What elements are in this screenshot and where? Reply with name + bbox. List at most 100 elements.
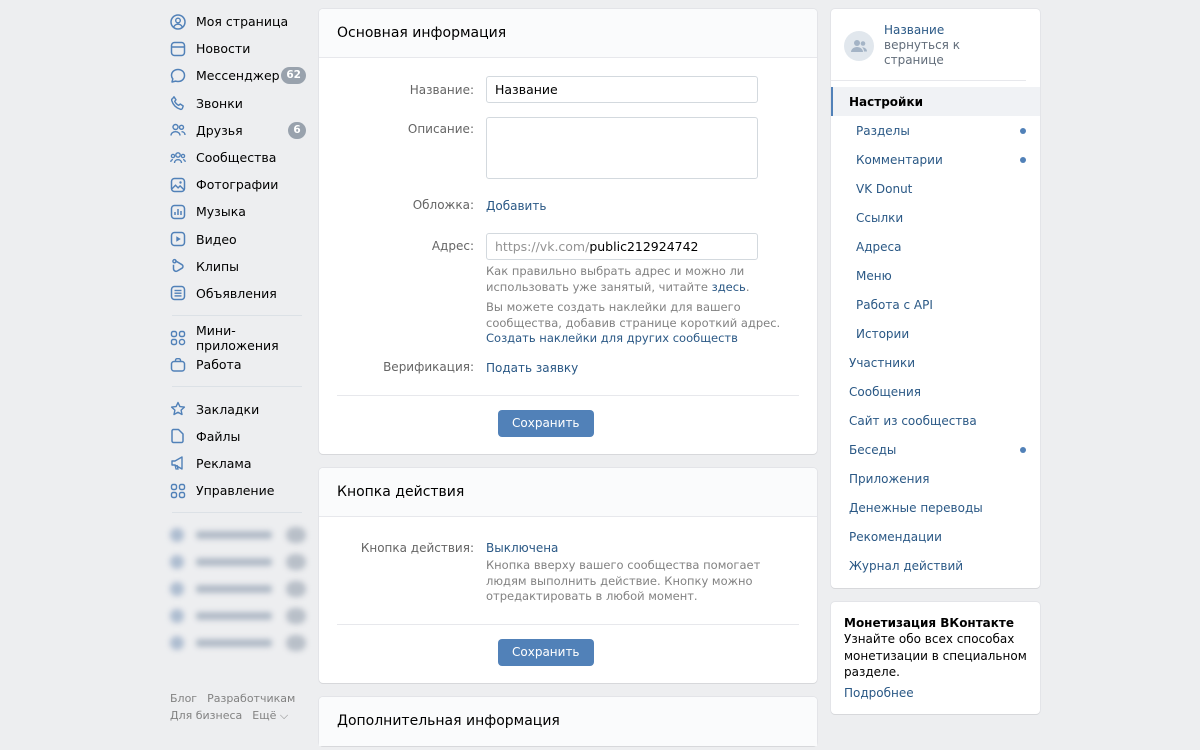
nav-item-photo[interactable]: Фотографии — [164, 171, 310, 198]
phone-icon — [170, 95, 186, 111]
verification-apply-link[interactable]: Подать заявку — [486, 361, 578, 375]
address-value: public212924742 — [589, 239, 699, 254]
settings-menu-item[interactable]: Приложения — [831, 464, 1040, 493]
nav-item-video[interactable]: Видео — [164, 226, 310, 253]
music-icon — [170, 204, 186, 220]
settings-menu-item[interactable]: Настройки — [831, 87, 1040, 116]
cover-label: Обложка: — [412, 198, 474, 212]
megaphone-icon — [170, 455, 186, 471]
settings-menu-item[interactable]: Беседы — [831, 435, 1040, 464]
friends-icon — [170, 122, 186, 138]
nav-item-ads-board[interactable]: Объявления — [164, 280, 310, 307]
nav-item-phone[interactable]: Звонки — [164, 90, 310, 117]
settings-menu-item[interactable]: Участники — [831, 348, 1040, 377]
nav-item-music[interactable]: Музыка — [164, 198, 310, 225]
nav-item-user-circle[interactable]: Моя страница — [164, 8, 310, 35]
stickers-link[interactable]: Создать наклейки для других сообществ — [486, 331, 799, 346]
blurred-community-item[interactable] — [164, 629, 310, 656]
video-icon — [170, 231, 186, 247]
settings-menu-item[interactable]: Денежные переводы — [831, 493, 1040, 522]
nav-divider — [172, 315, 302, 317]
footer-blog-link[interactable]: Блог — [170, 692, 197, 705]
nav-item-label: Реклама — [196, 455, 252, 471]
footer-more-link[interactable]: Ещё ⌵ — [252, 709, 288, 722]
left-sidebar: Моя страница Новости Мессенджер 62 Звонки Дру… — [164, 8, 310, 724]
save-button[interactable]: Сохранить — [498, 638, 594, 666]
community-avatar — [844, 30, 874, 61]
verification-label: Верификация: — [383, 360, 474, 374]
footer-dev-link[interactable]: Разработчикам — [207, 692, 295, 705]
nav-item-megaphone[interactable]: Реклама — [164, 450, 310, 477]
nav-item-news[interactable]: Новости — [164, 35, 310, 62]
settings-menu: Настройки Разделы Комментарии VK Donut Ссылк… — [831, 81, 1040, 588]
nav-item-friends[interactable]: Друзья 6 — [164, 117, 310, 144]
settings-menu-item[interactable]: Сайт из сообщества — [831, 406, 1040, 435]
promo-text: Узнайте обо всех способах монетизации в … — [844, 632, 1027, 679]
right-column: Название вернуться к странице Настройки Р… — [831, 9, 1040, 714]
settings-menu-item[interactable]: Журнал действий — [831, 551, 1040, 580]
action-button-hint: Кнопка вверху вашего сообщества помогает… — [486, 558, 761, 603]
address-hint-link[interactable]: здесь — [712, 280, 746, 294]
nav-item-apps[interactable]: Мини-приложения — [164, 322, 310, 353]
file-icon — [170, 428, 186, 444]
promo-more-link[interactable]: Подробнее — [844, 686, 1027, 700]
description-row: Описание: — [337, 117, 799, 179]
address-input[interactable]: https://vk.com/public212924742 — [486, 233, 758, 260]
settings-menu-item[interactable]: Рекомендации — [831, 522, 1040, 551]
action-button-status[interactable]: Выключена — [486, 541, 799, 555]
save-button[interactable]: Сохранить — [498, 410, 594, 437]
settings-menu-label: Денежные переводы — [849, 500, 983, 515]
stickers-hint: Вы можете создать наклейки для вашего со… — [486, 300, 781, 330]
settings-menu-label: Истории — [856, 326, 910, 341]
apps-icon — [170, 330, 186, 346]
nav-item-label: Файлы — [196, 428, 241, 444]
nav-item-file[interactable]: Файлы — [164, 423, 310, 450]
settings-menu-item[interactable]: Комментарии — [831, 145, 1040, 174]
name-input[interactable]: Название — [486, 76, 758, 103]
nav-item-manage-grid[interactable]: Управление — [164, 477, 310, 504]
back-to-page-text: вернуться к странице — [884, 38, 960, 67]
nav-item-label: Работа — [196, 357, 242, 373]
settings-menu-item[interactable]: Сообщения — [831, 377, 1040, 406]
settings-menu-label: Комментарии — [856, 152, 943, 167]
nav-group-apps: Мини-приложения Работа — [164, 322, 310, 378]
nav-divider — [172, 386, 302, 388]
settings-menu-label: Работа с API — [856, 297, 933, 312]
nav-item-label: Закладки — [196, 401, 260, 417]
nav-item-label: Мини-приложения — [196, 322, 279, 353]
settings-menu-item[interactable]: Ссылки — [831, 203, 1040, 232]
settings-menu-item[interactable]: Адреса — [831, 232, 1040, 261]
cover-add-link[interactable]: Добавить — [486, 199, 546, 213]
main-column: Основная информация Название: Название О… — [319, 9, 817, 750]
settings-menu-label: Сообщения — [849, 384, 922, 399]
settings-menu-item[interactable]: Меню — [831, 261, 1040, 290]
blurred-community-item[interactable] — [164, 602, 310, 629]
settings-menu-item[interactable]: VK Donut — [831, 174, 1040, 203]
description-textarea[interactable] — [486, 117, 758, 179]
nav-item-message[interactable]: Мессенджер 62 — [164, 62, 310, 89]
nav-item-label: Объявления — [196, 285, 277, 301]
settings-menu-label: Настройки — [849, 94, 924, 109]
nav-item-communities[interactable]: Сообщества — [164, 144, 310, 171]
settings-menu-item[interactable]: Работа с API — [831, 290, 1040, 319]
settings-menu-item[interactable]: Разделы — [831, 116, 1040, 145]
footer-business-link[interactable]: Для бизнеса — [170, 709, 242, 722]
address-label: Адрес: — [431, 239, 474, 253]
nav-item-star[interactable]: Закладки — [164, 395, 310, 422]
nav-item-label: Звонки — [196, 95, 243, 111]
action-button-row: Кнопка действия: Выключена Кнопка вверху… — [337, 541, 799, 605]
name-row: Название: Название — [337, 76, 799, 103]
monetization-promo: Монетизация ВКонтакте Узнайте обо всех с… — [831, 602, 1040, 714]
nav-item-clips[interactable]: Клипы — [164, 253, 310, 280]
settings-menu-item[interactable]: Истории — [831, 319, 1040, 348]
nav-item-briefcase[interactable]: Работа — [164, 351, 310, 378]
news-icon — [170, 41, 186, 57]
blurred-community-item[interactable] — [164, 521, 310, 548]
blurred-community-item[interactable] — [164, 548, 310, 575]
unread-dot-indicator — [1020, 447, 1026, 453]
back-to-page-link[interactable]: Название вернуться к странице — [831, 9, 1026, 81]
nav-item-label: Управление — [196, 483, 275, 499]
nav-badge: 6 — [288, 121, 306, 139]
blurred-community-item[interactable] — [164, 575, 310, 602]
nav-item-label: Моя страница — [196, 14, 289, 30]
